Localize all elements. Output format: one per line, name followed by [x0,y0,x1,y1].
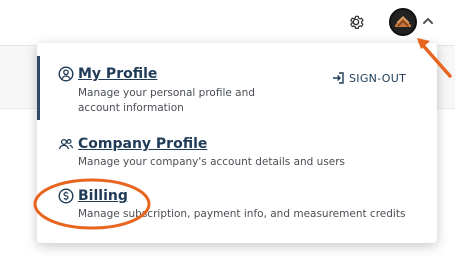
signout-button[interactable]: SIGN-OUT [331,71,406,85]
menu-item-company-profile[interactable]: Company Profile Manage your company's ac… [58,135,418,170]
chevron-up-icon[interactable] [421,14,435,28]
active-item-indicator [37,56,40,120]
menu-item-description: Manage subscription, payment info, and m… [78,208,406,220]
gear-icon [350,15,364,29]
avatar[interactable] [389,8,417,36]
top-bar [0,0,455,46]
signout-label: SIGN-OUT [349,71,407,85]
menu-item-title: My Profile [78,66,158,82]
menu-item-title: Billing [78,188,128,204]
user-avatar [395,15,411,27]
dollar-circle-icon [58,188,74,204]
menu-item-billing[interactable]: Billing Manage subscription, payment inf… [58,187,418,222]
menu-item-description: Manage your personal profile and account… [78,87,255,114]
menu-item-description: Manage your company's account details an… [78,156,346,168]
users-icon [58,138,74,150]
menu-item-title: Company Profile [78,136,208,152]
user-circle-icon [58,66,74,82]
signout-icon [333,72,344,84]
settings-button[interactable] [346,12,366,32]
